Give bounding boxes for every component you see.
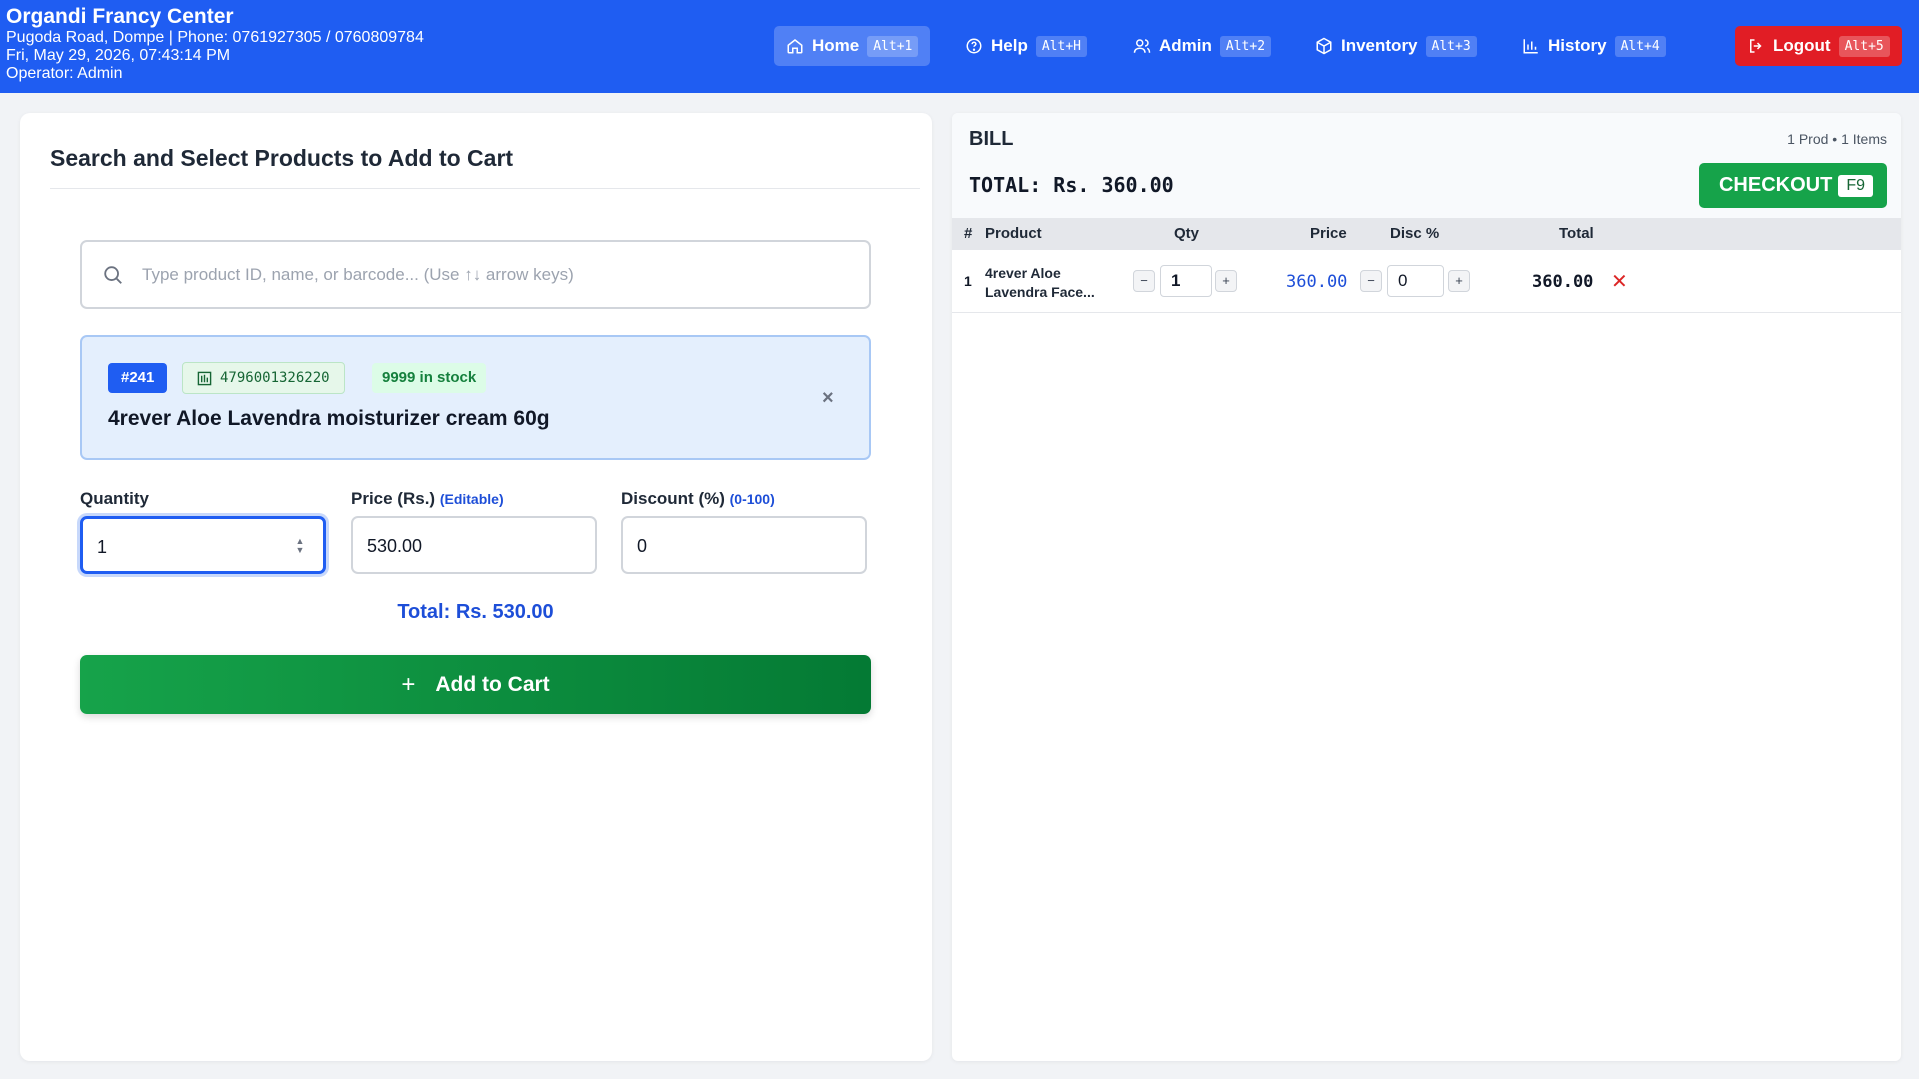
store-name: Organdi Francy Center xyxy=(6,5,234,28)
nav-inventory[interactable]: Inventory Alt+3 xyxy=(1303,26,1489,66)
stock-badge: 9999 in stock xyxy=(372,363,487,393)
bill-heading: BILL xyxy=(969,128,1014,150)
row-disc-input[interactable]: 0 xyxy=(1387,265,1444,297)
selected-product-card: #241 4796001326220 9999 in stock 4rever … xyxy=(80,335,871,460)
quantity-label: Quantity xyxy=(80,489,149,508)
discount-field[interactable] xyxy=(621,516,867,574)
col-product: Product xyxy=(985,225,1042,242)
nav-history-label: History xyxy=(1548,36,1607,55)
col-disc: Disc % xyxy=(1390,225,1440,242)
col-price: Price xyxy=(1310,225,1347,242)
nav-history[interactable]: History Alt+4 xyxy=(1510,26,1678,66)
current-datetime: Fri, May 29, 2026, 07:43:14 PM xyxy=(6,47,231,64)
price-editable-hint: (Editable) xyxy=(439,491,504,507)
barcode-icon xyxy=(197,371,212,385)
col-total: Total xyxy=(1559,225,1594,242)
nav-admin[interactable]: Admin Alt+2 xyxy=(1121,26,1283,66)
qty-increment-button[interactable]: + xyxy=(1215,270,1237,292)
nav-home-label: Home xyxy=(812,36,860,55)
nav-help-shortcut: Alt+H xyxy=(1035,35,1087,57)
nav-help-label: Help xyxy=(991,36,1028,55)
disc-increment-button[interactable]: + xyxy=(1448,270,1470,292)
store-address-phone: Pugoda Road, Dompe | Phone: 0761927305 /… xyxy=(6,29,424,46)
panel-title: Search and Select Products to Add to Car… xyxy=(50,145,514,171)
row-qty-input[interactable]: 1 xyxy=(1160,265,1212,297)
checkout-shortcut: F9 xyxy=(1838,174,1873,197)
operator-name: Operator: Admin xyxy=(6,65,123,82)
box-icon xyxy=(1316,37,1332,55)
quantity-stepper-icon[interactable]: ▲ ▼ xyxy=(295,537,305,555)
bill-summary: BILL 1 Prod • 1 Items TOTAL: Rs. 360.00 … xyxy=(952,113,1901,218)
price-input[interactable] xyxy=(367,532,567,560)
product-search-box[interactable] xyxy=(80,240,871,309)
bill-panel: BILL 1 Prod • 1 Items TOTAL: Rs. 360.00 … xyxy=(952,113,1901,1061)
price-label-text: Price (Rs.) xyxy=(351,489,436,508)
add-to-cart-button[interactable]: + Add to Cart xyxy=(80,655,871,714)
barcode-value: 4796001326220 xyxy=(220,370,330,386)
nav-history-shortcut: Alt+4 xyxy=(1614,35,1666,57)
logout-label: Logout xyxy=(1773,36,1831,55)
help-circle-icon xyxy=(966,38,982,54)
discount-label-text: Discount (%) xyxy=(621,489,725,508)
col-qty: Qty xyxy=(1174,225,1200,242)
logout-button[interactable]: Logout Alt+5 xyxy=(1735,26,1902,66)
plus-icon: + xyxy=(401,670,416,698)
discount-range-hint: (0-100) xyxy=(729,491,775,507)
add-to-cart-label: Add to Cart xyxy=(435,672,550,696)
nav-home[interactable]: Home Alt+1 xyxy=(774,26,931,66)
top-bar: Organdi Francy Center Pugoda Road, Dompe… xyxy=(0,0,1919,93)
product-panel: Search and Select Products to Add to Car… xyxy=(20,113,932,1061)
nav-inventory-shortcut: Alt+3 xyxy=(1425,35,1477,57)
barcode-badge: 4796001326220 xyxy=(182,362,345,394)
search-icon xyxy=(104,266,122,284)
discount-label: Discount (%) (0-100) xyxy=(621,489,775,509)
col-num: # xyxy=(964,225,973,242)
home-icon xyxy=(787,39,803,54)
nav-home-shortcut: Alt+1 xyxy=(867,35,919,57)
row-price[interactable]: 360.00 xyxy=(1286,272,1347,292)
quantity-field[interactable]: ▲▼ xyxy=(80,516,326,574)
product-id-badge: #241 xyxy=(108,363,168,393)
row-product-line2: Lavendra Face... xyxy=(985,284,1095,300)
row-product-line1: 4rever Aloe xyxy=(985,265,1061,281)
line-total: Total: Rs. 530.00 xyxy=(397,601,554,623)
discount-input[interactable] xyxy=(637,532,837,560)
store-info: Organdi Francy Center Pugoda Road, Dompe… xyxy=(6,5,424,83)
price-field[interactable] xyxy=(351,516,597,574)
logout-shortcut: Alt+5 xyxy=(1838,35,1890,57)
bar-chart-icon xyxy=(1523,39,1538,54)
selected-product-name: 4rever Aloe Lavendra moisturizer cream 6… xyxy=(108,407,550,430)
nav-admin-label: Admin xyxy=(1159,36,1212,55)
quantity-input[interactable] xyxy=(97,533,297,561)
table-row[interactable]: 1 4rever Aloe Lavendra Face... − 1 + 360… xyxy=(952,251,1901,313)
qty-decrement-button[interactable]: − xyxy=(1133,270,1155,292)
product-search-input[interactable] xyxy=(142,257,842,293)
logout-icon xyxy=(1750,39,1762,53)
row-product: 4rever Aloe Lavendra Face... xyxy=(985,264,1105,302)
row-total: 360.00 xyxy=(1532,272,1594,292)
remove-item-icon[interactable]: ✕ xyxy=(1611,269,1628,294)
bill-counts: 1 Prod • 1 Items xyxy=(1787,131,1887,147)
bill-table-header: # Product Qty Price Disc % Total xyxy=(952,218,1901,250)
divider xyxy=(50,188,920,189)
bill-total: TOTAL: Rs. 360.00 xyxy=(969,173,1174,197)
checkout-label: CHECKOUT xyxy=(1718,174,1833,196)
nav-inventory-label: Inventory xyxy=(1341,36,1418,55)
users-icon xyxy=(1133,39,1151,53)
clear-selection-icon[interactable]: × xyxy=(822,387,834,410)
nav-help[interactable]: Help Alt+H xyxy=(953,26,1099,66)
disc-decrement-button[interactable]: − xyxy=(1360,270,1382,292)
checkout-button[interactable]: CHECKOUT F9 xyxy=(1698,163,1887,208)
nav-admin-shortcut: Alt+2 xyxy=(1219,35,1272,57)
price-label: Price (Rs.) (Editable) xyxy=(351,489,504,509)
row-num: 1 xyxy=(964,273,972,289)
